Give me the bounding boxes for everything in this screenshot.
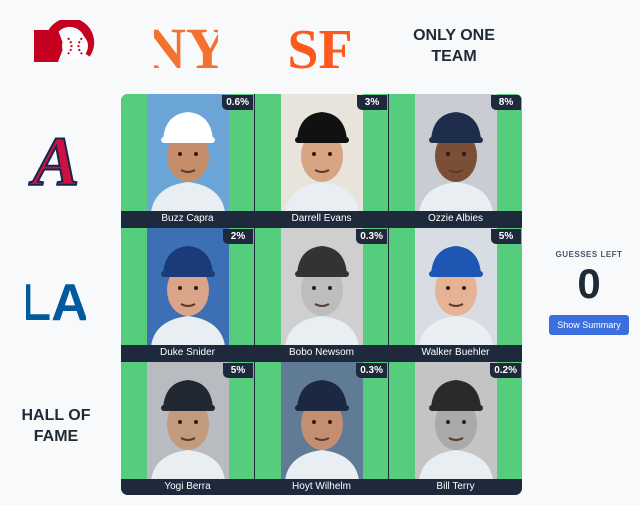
guesses-panel: GUESSES LEFT 0 Show Summary — [540, 250, 638, 335]
column-header-reds — [0, 6, 128, 86]
player-photo — [415, 94, 497, 212]
mets-logo: NY — [154, 16, 218, 81]
grid-cell[interactable]: 2% Duke Snider — [121, 228, 254, 361]
player-name: Yogi Berra — [121, 479, 254, 495]
rarity-percent: 0.2% — [490, 363, 521, 378]
player-photo — [147, 362, 229, 480]
player-name: Bill Terry — [389, 479, 522, 495]
player-name: Buzz Capra — [121, 211, 254, 227]
guesses-left-count: 0 — [577, 260, 601, 307]
rarity-percent: 0.3% — [356, 363, 387, 378]
player-photo — [281, 94, 363, 212]
column-header-giants: SF — [256, 6, 384, 86]
criteria-hall-of-fame: HALL OF FAME — [21, 407, 91, 445]
grid-cell[interactable]: 0.6% Buzz Capra — [121, 94, 254, 227]
guesses-left-label: GUESSES LEFT — [555, 250, 623, 259]
svg-text:LA: LA — [26, 274, 86, 332]
player-photo — [281, 362, 363, 480]
player-photo — [415, 228, 497, 346]
grid-cell[interactable]: 3% Darrell Evans — [255, 94, 388, 227]
giants-logo: SF — [288, 19, 352, 81]
grid-cell[interactable]: 0.3% Bobo Newsom — [255, 228, 388, 361]
rarity-percent: 5% — [491, 229, 521, 244]
rarity-percent: 5% — [223, 363, 253, 378]
row-header-braves: A — [0, 96, 112, 224]
grid-cell[interactable]: 0.2% Bill Terry — [389, 362, 522, 495]
show-summary-button[interactable]: Show Summary — [549, 315, 629, 335]
row-header-dodgers: LA — [0, 230, 112, 358]
player-photo — [281, 228, 363, 346]
rarity-percent: 0.3% — [356, 229, 387, 244]
svg-text:NY: NY — [154, 16, 218, 81]
rarity-percent: 0.6% — [222, 95, 253, 110]
grid-cell[interactable]: 8% Ozzie Albies — [389, 94, 522, 227]
answer-grid: 0.6% Buzz Capra 3% Darrell Evans 8% Ozzie Alb… — [121, 94, 522, 495]
player-photo — [147, 94, 229, 212]
rarity-percent: 8% — [491, 95, 521, 110]
row-header-hall-of-fame: HALL OF FAME — [0, 362, 112, 490]
player-name: Duke Snider — [121, 345, 254, 361]
grid-cell[interactable]: 5% Walker Buehler — [389, 228, 522, 361]
svg-text:SF: SF — [288, 19, 352, 81]
svg-text:A: A — [29, 125, 80, 195]
braves-logo: A — [28, 125, 81, 195]
rarity-percent: 2% — [223, 229, 253, 244]
player-name: Ozzie Albies — [389, 211, 522, 227]
criteria-only-one-team: ONLY ONE TEAM — [413, 27, 495, 65]
column-header-only-one-team: ONLY ONE TEAM — [390, 6, 518, 86]
rarity-percent: 3% — [357, 95, 387, 110]
player-name: Darrell Evans — [255, 211, 388, 227]
column-header-mets: NY — [122, 6, 250, 86]
player-photo — [147, 228, 229, 346]
grid-cell[interactable]: 5% Yogi Berra — [121, 362, 254, 495]
player-name: Hoyt Wilhelm — [255, 479, 388, 495]
player-name: Bobo Newsom — [255, 345, 388, 361]
player-photo — [415, 362, 497, 480]
dodgers-logo: LA — [26, 274, 86, 332]
player-name: Walker Buehler — [389, 345, 522, 361]
reds-logo — [34, 20, 95, 62]
grid-cell[interactable]: 0.3% Hoyt Wilhelm — [255, 362, 388, 495]
